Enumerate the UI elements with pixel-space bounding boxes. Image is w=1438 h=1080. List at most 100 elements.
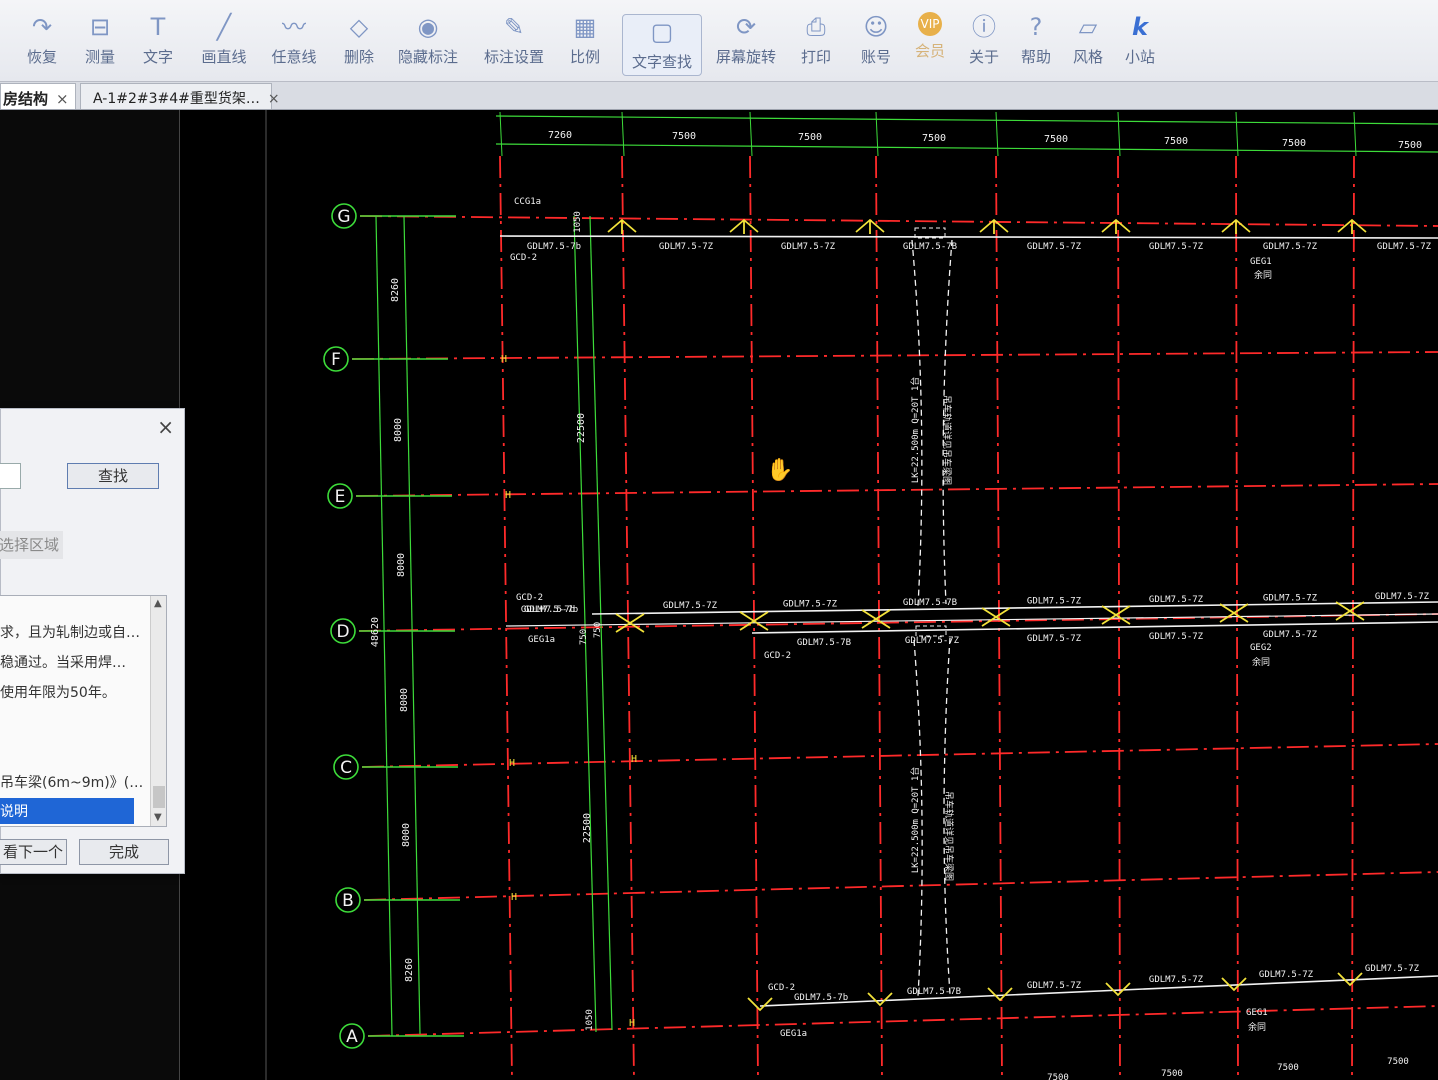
toolbar-button-text-search[interactable]: ▢ 文字查找 [622,14,702,76]
beam-label: GDLM7.5-7B [903,242,957,252]
left-dimension-text: 8260 [404,958,415,982]
top-dimension-text: 7500 [798,132,822,143]
beam-label: GDLM7.5-7B [903,598,957,608]
scroll-up-icon[interactable]: ▲ [154,598,162,609]
select-area-button[interactable]: 选择区域 [0,531,63,559]
list-item[interactable]: 稳通过。当采用焊… [0,652,126,672]
bracket-a [747,997,773,1012]
bracket-a [867,992,893,1007]
results-list: 求，且为轧制边或自… 稳通过。当采用焊… 使用年限为50年。 吊车梁(6m~9m… [0,595,167,827]
line-icon: ╱ [216,13,232,41]
beam-label: GDLM7.5-7Z [783,600,838,610]
grid-column-line [1351,155,1355,1080]
left-dimension-text: 8000 [401,823,412,847]
pen-settings-icon: ✎ [503,13,525,41]
close-icon[interactable]: × [157,415,174,439]
axis-label-C: C [340,758,352,778]
next-button[interactable]: 看下一个 [0,839,67,865]
list-item-selected[interactable]: 说明 [0,798,134,824]
toolbar-button-info[interactable]: ⓘ 关于 [964,12,1004,78]
toolbar-label: 删除 [343,48,374,66]
toolbar-label: 帮助 [1020,48,1051,66]
column-marker: H [629,1018,635,1029]
list-item[interactable]: 使用年限为50年。 [0,682,116,702]
toolbar-button-screen-rotate[interactable]: ⟳ 屏幕旋转 [714,12,778,78]
find-dialog: × 查找 选择区域 求，且为轧制边或自… 稳通过。当采用焊… 使用年限为50年。… [0,408,185,874]
top-dimension-text: 7260 [548,130,572,141]
toolbar-button-pen-settings[interactable]: ✎ 标注设置 [482,12,546,78]
toolbar-button-help[interactable]: ? 帮助 [1016,12,1056,78]
toolbar-button-printer[interactable]: ⎙ 打印 [796,12,836,78]
member-tag: GCD-2 [768,983,795,993]
toolbar-label: 隐藏标注 [397,48,458,66]
freehand-icon: 〰 [282,13,306,41]
toolbar-button-scale[interactable]: ▦ 比例 [566,12,604,78]
toolbar-label: 文字 [142,48,173,66]
main-toolbar: ↷ 恢复 ⊟ 测量 T 文字 ╱ 画直线 〰任意线 ◇ 删除 ◉ 隐藏标注 ✎ 标注设置 ▦ 比例 ▢ 文字查找 ⟳ 屏… [0,0,1438,82]
member-tag: GDLM7.5-7b [524,605,578,615]
toolbar-button-eraser[interactable]: ◇ 删除 [340,12,378,78]
top-dimension-text: 7500 [1398,140,1422,151]
beam-label: GDLM7.5-7B [797,638,851,648]
beam-label: GDLM7.5-7Z [1027,981,1082,991]
bracket-g [1337,218,1367,234]
toolbar-button-text[interactable]: T 文字 [138,12,178,78]
tab-structure[interactable]: 房结构 × [0,83,76,109]
beam-label: GDLM7.5-7Z [1027,242,1082,252]
small-dimension-text: 1050 [585,1009,595,1031]
bracket-d [1101,605,1131,625]
grid-line-C [361,743,1438,768]
crane-label: LK=22.500m Q=20T 1台 [909,767,921,874]
bracket-d [1335,601,1365,621]
scroll-thumb[interactable] [153,786,165,808]
bracket-a [987,987,1013,1002]
find-button[interactable]: 查找 [67,463,159,489]
toolbar-button-k-brand[interactable]: k 小站 [1120,12,1160,78]
printer-icon: ⎙ [806,13,826,41]
toolbar-button-freehand[interactable]: 〰任意线 [270,12,318,78]
cad-canvas[interactable]: 7260 7500 7500 7500 7500 7500 7500 7500 G F E D C B A 8… [0,0,1438,1080]
beam-label: GDLM7.5-7B [907,987,961,997]
crane-note: 吊车轨道详见吊车梁图 [943,791,955,881]
redo-icon: ↷ [31,13,53,41]
beam-label: GDLM7.5-7Z [663,601,718,611]
measure-icon: ⊟ [89,13,111,41]
small-dimension-text: 750 [579,629,589,645]
beam-label: GDLM7.5-7Z [1027,634,1082,644]
toolbar-button-style[interactable]: ▱ 风格 [1068,12,1108,78]
beam-label: GDLM7.5-7Z [905,636,960,646]
beam-label: GDLM7.5-7Z [1263,630,1318,640]
scroll-down-icon[interactable]: ▼ [154,812,162,823]
close-icon[interactable]: × [268,91,280,107]
crane-beam-a [759,975,1438,1007]
eye-hide-icon: ◉ [417,13,439,41]
toolbar-button-line[interactable]: ╱ 画直线 [196,12,252,78]
toolbar-button-redo[interactable]: ↷ 恢复 [10,12,74,78]
tab-shelf-drawing[interactable]: A-1#2#3#4#重型货架… × [80,83,280,109]
search-input[interactable] [0,463,21,489]
bracket-d [861,609,891,629]
close-icon[interactable]: × [56,90,69,108]
done-button[interactable]: 完成 [79,839,169,865]
hand-cursor-icon: ✋ [766,458,794,483]
grid-line-B [363,871,1438,901]
dim-line-top [495,115,1438,125]
axis-label-G: G [337,207,350,227]
toolbar-button-eye-hide[interactable]: ◉ 隐藏标注 [396,12,460,78]
panel-splitter[interactable] [265,110,267,1080]
column-marker: H [631,754,637,765]
column-marker: H [501,354,507,365]
toolbar-button-user[interactable]: ☺ 账号 [856,12,896,78]
list-item[interactable]: 吊车梁(6m~9m)》(… [0,772,143,792]
member-tag: CCG1a [514,197,541,207]
beam-label: GDLM7.5-7Z [781,242,836,252]
list-item[interactable]: 求，且为轧制边或自… [0,622,140,642]
toolbar-button-measure[interactable]: ⊟ 测量 [80,12,120,78]
dim-tick [621,111,625,157]
toolbar-button-vip[interactable]: VIP 会员 [908,12,952,78]
bracket-g [855,218,885,234]
scrollbar[interactable]: ▲ ▼ [150,596,166,826]
column-marker: H [505,490,511,501]
style-icon: ▱ [1078,13,1098,41]
toolbar-label: 屏幕旋转 [715,48,776,66]
